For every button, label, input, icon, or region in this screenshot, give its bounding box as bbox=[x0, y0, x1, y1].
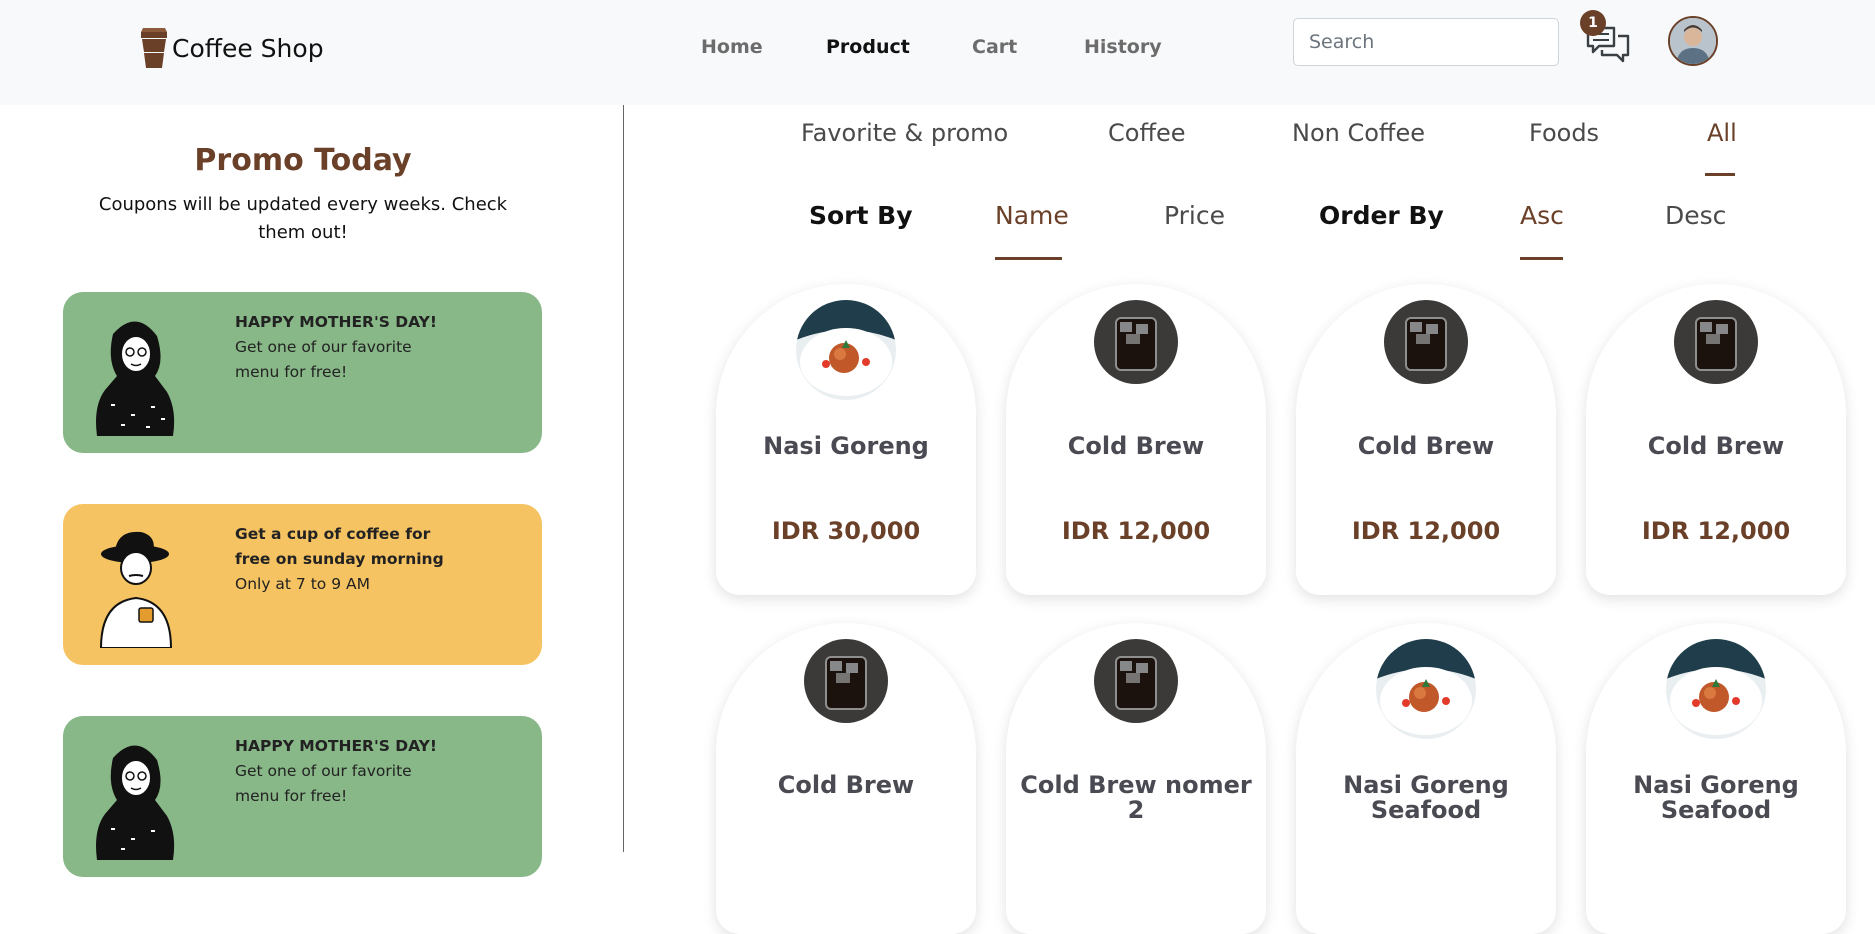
coupon-body: Get one of our favorite menu for free! bbox=[235, 338, 412, 381]
tab-favorite-promo[interactable]: Favorite & promo bbox=[801, 119, 1008, 147]
coupon-text: HAPPY MOTHER'S DAY! Get one of our favor… bbox=[235, 310, 445, 385]
coupon-headline: Get a cup of coffee for free on sunday m… bbox=[235, 525, 444, 568]
tab-coffee[interactable]: Coffee bbox=[1108, 119, 1186, 147]
active-sort-indicator bbox=[995, 257, 1062, 260]
coupon-body: Get one of our favorite menu for free! bbox=[235, 762, 412, 805]
coupon-card[interactable]: HAPPY MOTHER'S DAY! Get one of our favor… bbox=[63, 292, 542, 453]
active-order-indicator bbox=[1520, 257, 1563, 260]
product-section: Favorite & promo Coffee Non Coffee Foods… bbox=[625, 105, 1875, 934]
sort-name-option[interactable]: Name bbox=[995, 201, 1069, 230]
search-input[interactable] bbox=[1293, 18, 1559, 66]
product-card[interactable]: Cold Brew IDR 12,000 bbox=[1296, 284, 1556, 595]
coupon-text: Get a cup of coffee for free on sunday m… bbox=[235, 522, 445, 597]
nav-home[interactable]: Home bbox=[701, 36, 763, 58]
cold-brew-image bbox=[1094, 300, 1178, 384]
cold-brew-image bbox=[1384, 300, 1468, 384]
product-name: Cold Brew bbox=[1357, 432, 1495, 460]
product-price: IDR 12,000 bbox=[1351, 517, 1501, 545]
notification-badge: 1 bbox=[1580, 10, 1606, 36]
product-name: Cold Brew nomer 2 bbox=[1020, 771, 1252, 824]
tab-foods[interactable]: Foods bbox=[1529, 119, 1599, 147]
coupon-text: HAPPY MOTHER'S DAY! Get one of our favor… bbox=[235, 734, 445, 809]
product-card[interactable]: Cold Brew nomer 2 bbox=[1006, 623, 1266, 934]
mother-illustration-icon bbox=[96, 321, 175, 436]
promo-subtitle: Coupons will be updated every weeks. Che… bbox=[98, 194, 508, 243]
coffee-cup-icon bbox=[141, 28, 167, 68]
nav-history[interactable]: History bbox=[1084, 36, 1162, 58]
coupon-card[interactable]: Get a cup of coffee for free on sunday m… bbox=[63, 504, 542, 665]
product-card[interactable]: Nasi Goreng Seafood bbox=[1296, 623, 1556, 934]
product-name: Cold Brew bbox=[777, 771, 915, 799]
user-avatar[interactable] bbox=[1668, 16, 1718, 66]
promo-title: Promo Today bbox=[194, 143, 412, 178]
tab-all[interactable]: All bbox=[1707, 119, 1737, 147]
cold-brew-image bbox=[804, 639, 888, 723]
product-card[interactable]: Cold Brew bbox=[716, 623, 976, 934]
cold-brew-image bbox=[1674, 300, 1758, 384]
pasta-dish-image bbox=[1666, 639, 1766, 739]
brand-name: Coffee Shop bbox=[172, 33, 324, 63]
cold-brew-image bbox=[1094, 639, 1178, 723]
product-card[interactable]: Cold Brew IDR 12,000 bbox=[1006, 284, 1266, 595]
pasta-dish-image bbox=[796, 300, 896, 400]
product-price: IDR 12,000 bbox=[1061, 517, 1211, 545]
product-price: IDR 30,000 bbox=[771, 517, 921, 545]
coupon-headline: HAPPY MOTHER'S DAY! bbox=[235, 737, 437, 755]
tab-non-coffee[interactable]: Non Coffee bbox=[1292, 119, 1425, 147]
coupon-card[interactable]: HAPPY MOTHER'S DAY! Get one of our favor… bbox=[63, 716, 542, 877]
product-name: Nasi Goreng bbox=[763, 432, 929, 460]
order-by-label: Order By bbox=[1319, 201, 1444, 230]
product-price: IDR 12,000 bbox=[1641, 517, 1791, 545]
avatar-image bbox=[1670, 18, 1716, 64]
nav-cart[interactable]: Cart bbox=[972, 36, 1017, 58]
order-asc-option[interactable]: Asc bbox=[1520, 201, 1564, 230]
product-card[interactable]: Nasi Goreng IDR 30,000 bbox=[716, 284, 976, 595]
product-card[interactable]: Cold Brew IDR 12,000 bbox=[1586, 284, 1846, 595]
product-name: Cold Brew bbox=[1067, 432, 1205, 460]
brand-logo[interactable]: Coffee Shop bbox=[138, 28, 324, 68]
product-name: Nasi Goreng Seafood bbox=[1343, 771, 1509, 824]
man-with-coffee-illustration-icon bbox=[99, 531, 173, 648]
promo-panel: Promo Today Coupons will be updated ever… bbox=[0, 105, 624, 877]
product-name: Cold Brew bbox=[1647, 432, 1785, 460]
mother-illustration-icon bbox=[96, 745, 175, 860]
nav-product[interactable]: Product bbox=[826, 36, 910, 58]
pasta-dish-image bbox=[1376, 639, 1476, 739]
product-card[interactable]: Nasi Goreng Seafood bbox=[1586, 623, 1846, 934]
coupon-body: Only at 7 to 9 AM bbox=[235, 575, 370, 593]
active-tab-indicator bbox=[1705, 173, 1735, 176]
sort-price-option[interactable]: Price bbox=[1164, 201, 1225, 230]
top-navbar: Coffee Shop Home Product Cart History 1 bbox=[0, 0, 1875, 105]
sort-by-label: Sort By bbox=[809, 201, 913, 230]
product-name: Nasi Goreng Seafood bbox=[1633, 771, 1799, 824]
coupon-headline: HAPPY MOTHER'S DAY! bbox=[235, 313, 437, 331]
order-desc-option[interactable]: Desc bbox=[1665, 201, 1726, 230]
